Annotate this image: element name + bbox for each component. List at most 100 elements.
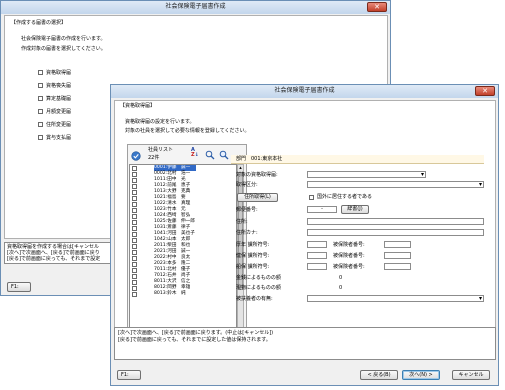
- employee-checkbox[interactable]: [132, 201, 137, 207]
- option-checkbox-4[interactable]: [38, 109, 43, 114]
- employee-checkbox[interactable]: [132, 189, 137, 195]
- postal-label: 郵便番号:: [236, 207, 258, 213]
- front-section-title: 【資格取得届】: [120, 103, 156, 109]
- employee-checkbox[interactable]: [132, 195, 137, 201]
- employee-checkbox[interactable]: [132, 273, 137, 279]
- dept-label: 部門 001:東京本社: [236, 156, 283, 162]
- address-kana-label: 住所カナ:: [236, 230, 258, 236]
- kosei-label: 厚年 課所符号:: [236, 242, 270, 248]
- next-button[interactable]: 次へ(N) >: [402, 370, 440, 380]
- employee-name: 8013:鈴木 純: [154, 291, 186, 296]
- dictionary-button[interactable]: 辞書(J): [341, 205, 369, 214]
- employee-checkbox[interactable]: [132, 243, 137, 249]
- employee-checkbox[interactable]: [132, 177, 137, 183]
- employee-checkbox[interactable]: [132, 255, 137, 261]
- employee-checkbox[interactable]: [132, 267, 137, 273]
- employee-checkbox[interactable]: [132, 237, 137, 243]
- employee-checkbox[interactable]: [132, 231, 137, 237]
- option-label-2: 資格喪失届: [46, 83, 72, 89]
- shutoku-kubun-label: 取得区分:: [236, 182, 258, 188]
- front-intro-1: 資格取得届の設定を行います。: [125, 119, 195, 125]
- employee-checkbox[interactable]: [132, 285, 137, 291]
- employee-row[interactable]: 8013:鈴木 純: [130, 291, 236, 297]
- back-window-titlebar: 社会保険電子届書作成 ✕: [1, 1, 390, 14]
- hihoken1-input[interactable]: [384, 241, 411, 248]
- employee-list[interactable]: 0001:伊藤 誠一 0002:北村 浩一 1011:田中 光 1012:前尾 恵子 1…: [129, 164, 237, 334]
- check-circle-icon[interactable]: [131, 151, 141, 161]
- employee-checkbox[interactable]: [132, 183, 137, 189]
- employee-checkbox[interactable]: [132, 225, 137, 231]
- fuyou-select[interactable]: [307, 295, 484, 302]
- hihoken2-label: 被保険者番号:: [333, 253, 365, 259]
- shikaku-label: 対象の資格取得届:: [236, 172, 278, 178]
- front-window-title: 社会保険電子届書作成: [274, 87, 335, 94]
- postal-code-input[interactable]: -: [307, 206, 337, 213]
- abroad-checkbox[interactable]: [309, 195, 314, 200]
- hihoken3-label: 被保険者番号:: [333, 264, 365, 270]
- employee-checkbox[interactable]: [132, 213, 137, 219]
- employee-checkbox[interactable]: [132, 279, 137, 285]
- employee-rows: 0001:伊藤 誠一 0002:北村 浩一 1011:田中 光 1012:前尾 恵子 1…: [130, 165, 236, 297]
- kenpo-input[interactable]: [307, 252, 327, 259]
- option-checkbox-3[interactable]: [38, 96, 43, 101]
- front-f1-button[interactable]: F1:: [117, 370, 141, 380]
- employee-checkbox[interactable]: [132, 219, 137, 225]
- employee-checkbox[interactable]: [132, 291, 137, 297]
- abroad-label: 国外に居住する者である: [317, 194, 372, 200]
- scroll-up-arrow-icon[interactable]: ▴: [238, 165, 243, 171]
- back-intro-1: 社会保険電子届書の作成を行います。: [21, 36, 106, 42]
- hihoken1-label: 被保険者番号:: [333, 242, 365, 248]
- employee-checkbox[interactable]: [132, 261, 137, 267]
- option-label-3: 算定基礎届: [46, 96, 72, 102]
- employee-checkbox[interactable]: [132, 171, 137, 177]
- option-label-6: 賞与支払届: [46, 135, 72, 141]
- address-acquire-button[interactable]: 住所取得(L): [237, 193, 278, 202]
- back-f1-button[interactable]: F1:: [7, 282, 31, 292]
- front-intro-2: 対象の社員を選択して必要な情報を登録してください。: [125, 128, 250, 134]
- address-input[interactable]: [307, 218, 484, 225]
- cancel-button[interactable]: キャンセル: [452, 370, 490, 380]
- front-window-titlebar: 社会保険電子届書作成 ✕: [111, 85, 498, 98]
- search-icon[interactable]: [205, 150, 215, 160]
- front-message-box: [次へ]で次画面へ、[戻る]で前画面に戻ります。(中止は[キャンセル]) [戻る…: [114, 327, 496, 360]
- option-checkbox-2[interactable]: [38, 83, 43, 88]
- employee-checkbox[interactable]: [132, 249, 137, 255]
- employee-checkbox[interactable]: [132, 207, 137, 213]
- list-scrollbar[interactable]: ▴ ▾: [237, 164, 244, 334]
- close-icon[interactable]: ✕: [475, 86, 495, 96]
- front-message-1: [次へ]で次画面へ、[戻る]で前画面に戻ります。(中止は[キャンセル]): [118, 330, 274, 336]
- kosei-input[interactable]: [307, 241, 327, 248]
- front-message-2: [戻る]で前画面に戻っても、それまでに設定した値は保持されます。: [118, 337, 271, 343]
- list-header: 社員リスト: [148, 147, 174, 153]
- postal-dash: -: [321, 206, 323, 212]
- employee-checkbox[interactable]: [132, 165, 137, 171]
- back-intro-2: 作成対象の届書を選択してください。: [21, 46, 106, 52]
- address-label: 住所:: [236, 219, 248, 225]
- senpo-input[interactable]: [307, 263, 327, 270]
- back-message-3: [戻る]で前画面に戻っても、それまで設定: [7, 256, 101, 262]
- option-label-1: 資格取得届: [46, 70, 72, 76]
- sort-az-icon[interactable]: A Z↓: [191, 148, 201, 158]
- shutoku-kubun-select[interactable]: [307, 181, 484, 188]
- hihoken3-input[interactable]: [384, 263, 411, 270]
- senpo-label: 船保 課所符号:: [236, 264, 270, 270]
- option-label-5: 住所変更届: [46, 122, 72, 128]
- hihoken2-input[interactable]: [384, 252, 411, 259]
- front-window: 社会保険電子届書作成 ✕ 【資格取得届】 資格取得届の設定を行います。 対象の社…: [110, 84, 499, 386]
- zoom-icon[interactable]: [219, 150, 229, 160]
- option-checkbox-1[interactable]: [38, 70, 43, 75]
- fuyou-label: 被扶養者の有無:: [236, 296, 273, 302]
- genbutsu-value: 0: [339, 285, 343, 291]
- back-button[interactable]: < 戻る(B): [360, 370, 398, 380]
- address-kana-input[interactable]: [307, 229, 484, 236]
- kinsen-label: 金銭によるものの額: [236, 275, 281, 281]
- kenpo-label: 健保 課所符号:: [236, 253, 270, 259]
- close-icon[interactable]: ✕: [367, 2, 387, 12]
- list-count: 22件: [148, 155, 160, 161]
- option-checkbox-6[interactable]: [38, 135, 43, 140]
- kinsen-value: 0: [339, 275, 343, 281]
- shikaku-select[interactable]: [307, 171, 426, 178]
- back-section-title: 【作成する届書の選択】: [11, 20, 67, 26]
- option-label-4: 月額変更届: [46, 109, 72, 115]
- option-checkbox-5[interactable]: [38, 122, 43, 127]
